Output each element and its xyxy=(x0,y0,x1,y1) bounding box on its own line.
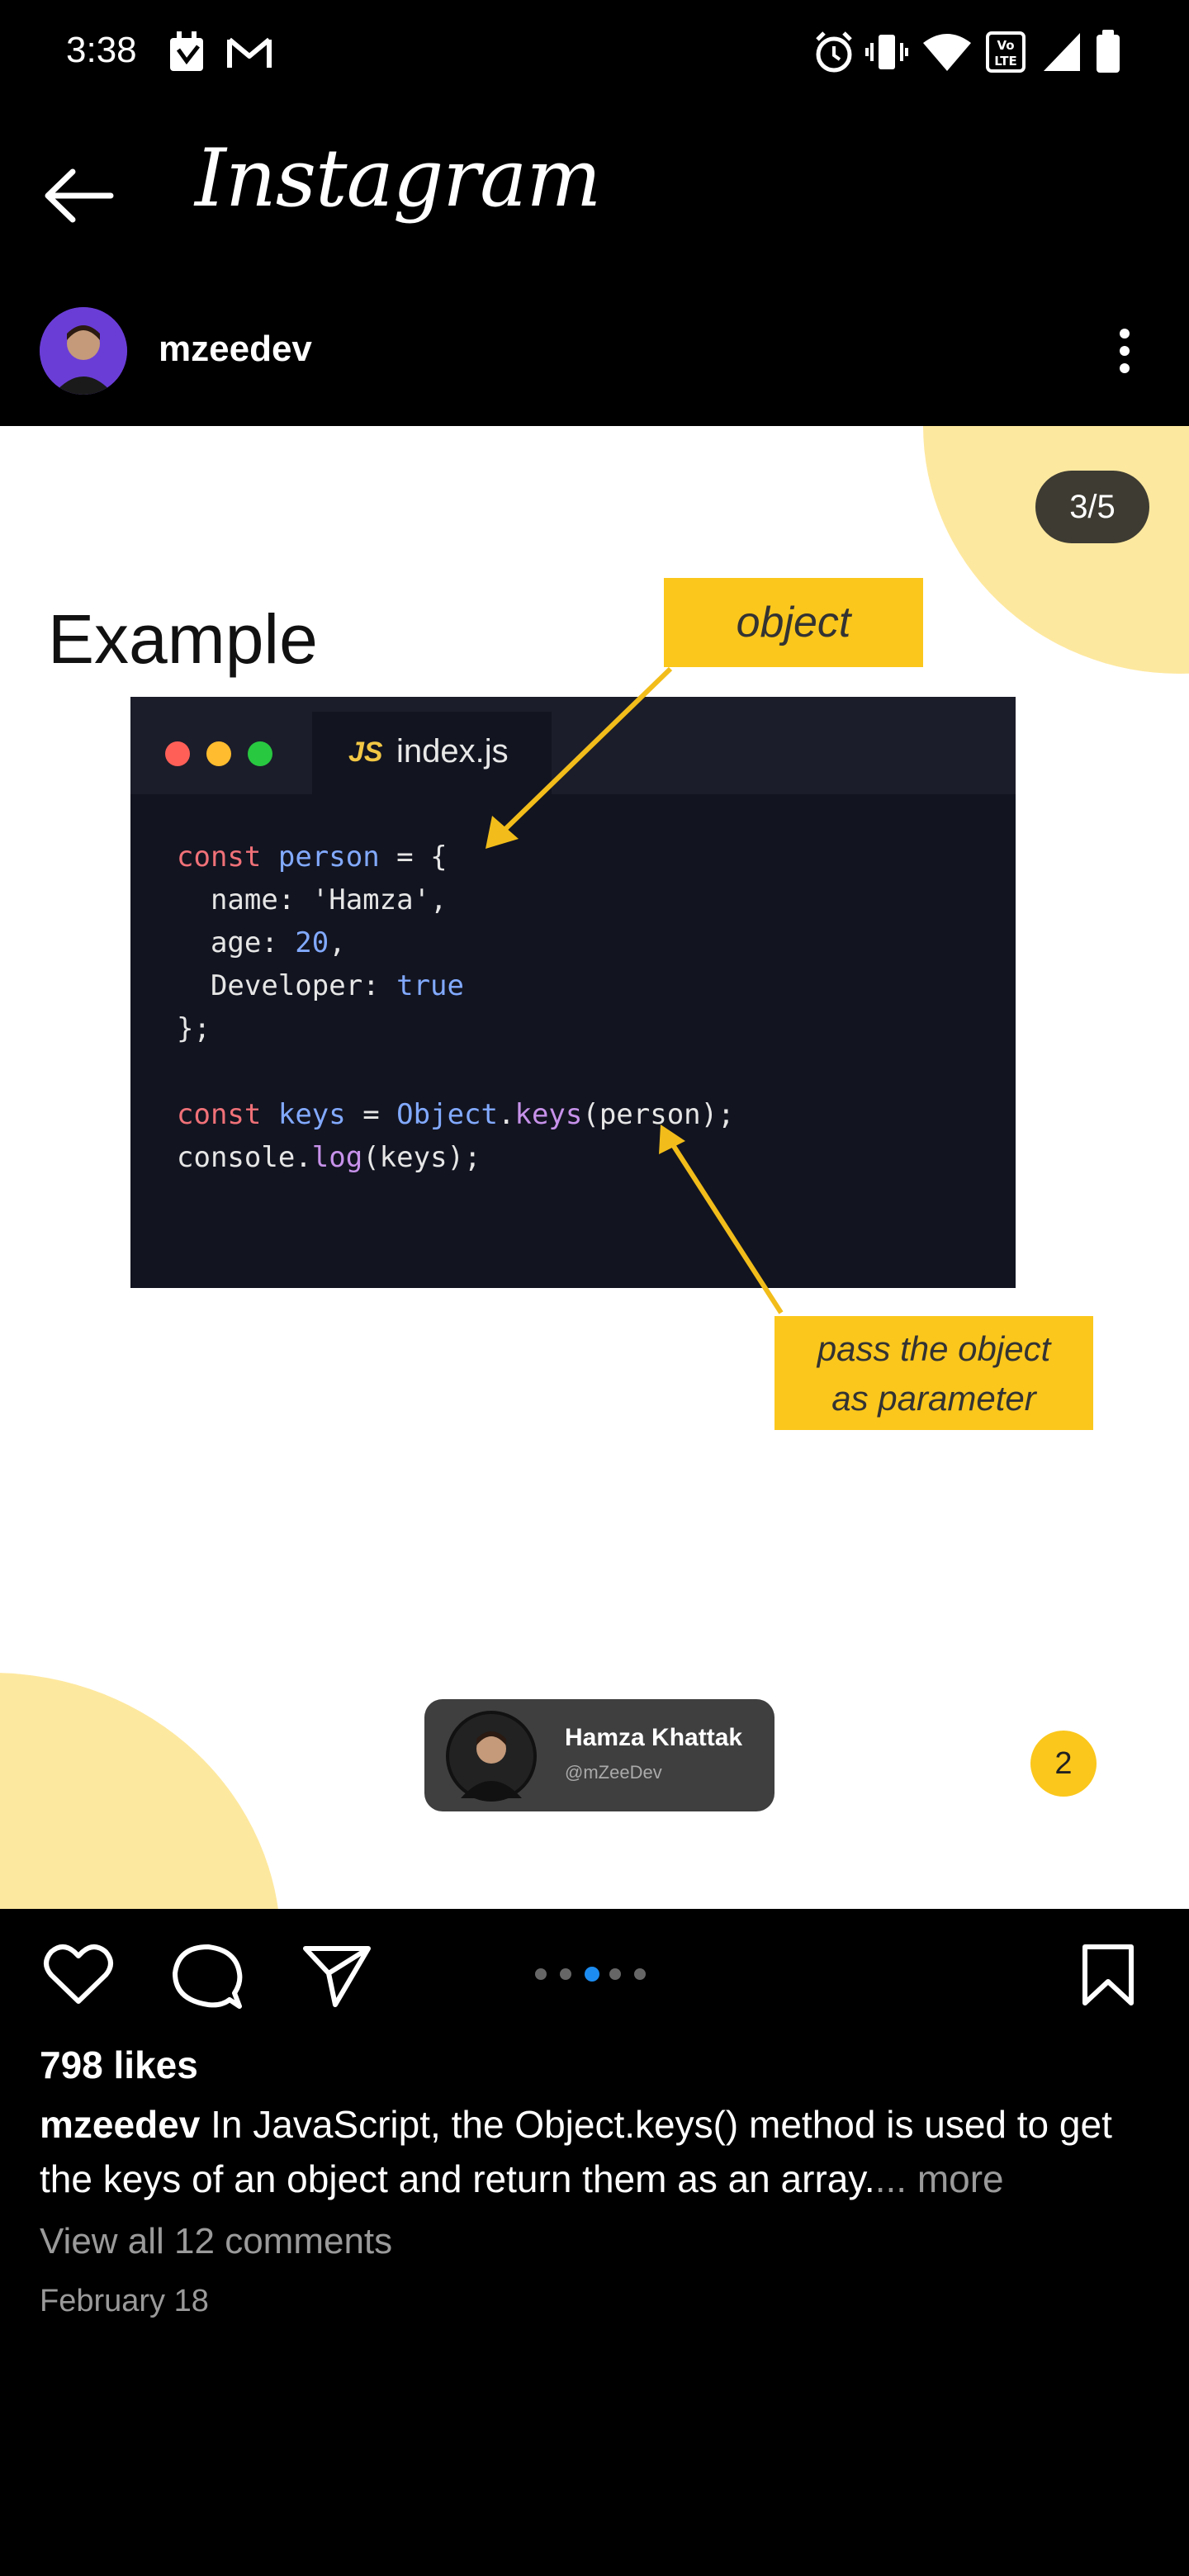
back-button[interactable] xyxy=(43,165,116,226)
signal-icon xyxy=(1040,28,1083,80)
author-name: Hamza Khattak xyxy=(565,1724,743,1751)
battery-icon xyxy=(1093,28,1123,80)
bookmark-icon xyxy=(1082,1944,1134,2005)
post-image[interactable]: 3/5 Example object JS index.js const per… xyxy=(0,426,1189,1909)
comment-icon xyxy=(173,1944,243,2009)
heart-icon xyxy=(44,1944,113,2004)
arrow-left-icon xyxy=(45,168,114,223)
carousel-dot xyxy=(560,1968,571,1980)
author-card: Hamza Khattak @mZeeDev xyxy=(424,1699,775,1811)
user-avatar-icon xyxy=(40,307,127,395)
carousel-dot-active xyxy=(585,1967,599,1982)
gmail-icon xyxy=(225,28,274,80)
likes-count[interactable]: 798 likes xyxy=(40,2043,198,2087)
param-arrow xyxy=(668,1139,784,1314)
param-arrow-head xyxy=(659,1125,685,1154)
carousel-dot xyxy=(609,1968,621,1980)
like-button[interactable] xyxy=(43,1942,114,2012)
comment-button[interactable] xyxy=(172,1942,243,2015)
post-username[interactable]: mzeedev xyxy=(159,329,312,370)
share-button[interactable] xyxy=(302,1942,372,2012)
svg-text:Vo: Vo xyxy=(997,38,1014,53)
status-time: 3:38 xyxy=(66,30,137,70)
page-number-badge: 2 xyxy=(1030,1731,1097,1797)
save-button[interactable] xyxy=(1078,1942,1138,2012)
vibrate-icon xyxy=(865,28,908,80)
svg-text:LTE: LTE xyxy=(994,54,1017,69)
carousel-dot xyxy=(535,1968,547,1980)
post-caption: mzeedev In JavaScript, the Object.keys()… xyxy=(40,2097,1146,2206)
notification-icon xyxy=(163,28,211,80)
callout-arrows xyxy=(486,666,784,1314)
more-options-button[interactable] xyxy=(1106,324,1143,378)
author-avatar-icon xyxy=(461,1731,522,1798)
volte-icon: Vo LTE xyxy=(984,28,1027,80)
view-comments-link[interactable]: View all 12 comments xyxy=(40,2221,392,2262)
post-date: February 18 xyxy=(40,2284,209,2318)
avatar[interactable] xyxy=(40,307,127,395)
caption-username[interactable]: mzeedev xyxy=(40,2103,200,2146)
caption-more-link[interactable]: ... more xyxy=(875,2157,1004,2200)
author-handle: @mZeeDev xyxy=(565,1762,662,1783)
object-arrow xyxy=(500,666,673,835)
app-title: Instagram xyxy=(195,132,601,225)
wifi-icon xyxy=(921,28,973,80)
share-icon xyxy=(303,1946,371,2007)
author-avatar xyxy=(446,1711,537,1802)
carousel-dot xyxy=(634,1968,646,1980)
alarm-icon xyxy=(812,28,855,80)
